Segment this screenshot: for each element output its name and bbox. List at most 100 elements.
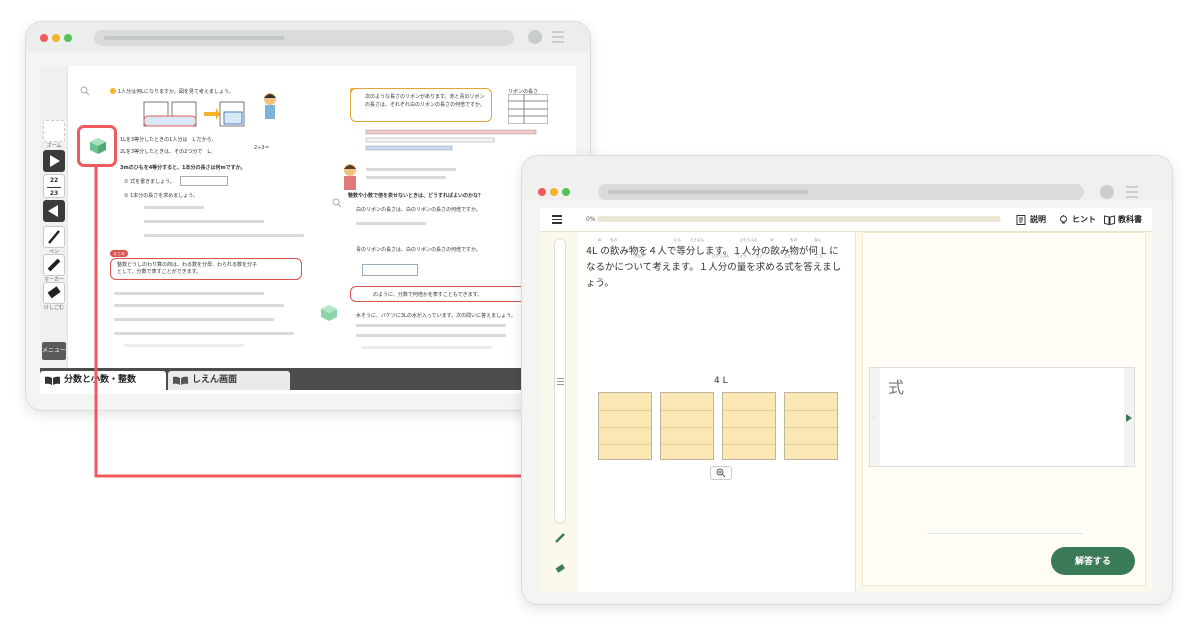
search-icon-right[interactable] xyxy=(332,198,342,208)
menu-lines-icon[interactable] xyxy=(552,31,564,43)
menu-lines-icon-2[interactable] xyxy=(1126,186,1138,198)
tab-fractions-label: 分数と小数・整数 xyxy=(64,375,137,385)
eraser-label: けしごむ xyxy=(43,305,64,311)
textbook-toolbar: ズーム 22 23 ペン マーカー けしごむ メニュー xyxy=(40,66,68,368)
next-page-button[interactable] xyxy=(43,150,65,172)
q2-rule: 整数や小数で倍を表せないときは、どうすればよいのかな？ xyxy=(348,193,484,199)
prev-page-button[interactable] xyxy=(43,200,65,222)
profile-icon[interactable] xyxy=(528,30,542,44)
cup-4 xyxy=(784,392,838,460)
practice-browser-window: 0% 説明 ヒント 教科書 の もの にん とうぶん ひとりぶん の もの なん… xyxy=(522,156,1172,604)
play-right-icon xyxy=(50,155,60,167)
q1-formula: 2÷3＝ xyxy=(254,145,270,151)
play-left-icon xyxy=(48,205,58,217)
minimize-dot[interactable] xyxy=(52,34,60,42)
question-panel: の もの にん とうぶん ひとりぶん の もの なん かんが ひとりぶん りょう… xyxy=(578,232,856,592)
pen-tool[interactable] xyxy=(43,226,65,248)
marker-tool[interactable] xyxy=(43,254,65,276)
hamburger-menu-icon[interactable] xyxy=(552,215,562,226)
cube-icon-small[interactable] xyxy=(320,304,338,322)
answer-panel: ‹ 式 解答する xyxy=(862,232,1146,586)
ruby-5: の xyxy=(770,238,774,242)
tab-fractions[interactable]: 分数と小数・整数 xyxy=(40,371,166,390)
q2-answer-box[interactable] xyxy=(362,264,418,276)
cup-3 xyxy=(722,392,776,460)
question-text: 4L の飲み物を４人で等分します。１人分の飲み物が何 L になるかについて考えま… xyxy=(586,246,842,289)
page-indicator: 22 23 xyxy=(43,174,65,198)
select-zoom-tool[interactable] xyxy=(43,120,65,142)
address-bar-2[interactable] xyxy=(598,184,1084,200)
practice-app: 0% 説明 ヒント 教科書 の もの にん とうぶん ひとりぶん の もの なん… xyxy=(540,208,1152,592)
rule-text: 整数どうしのわり算の商は、わる数を分母、わられる数を分子として、分数で表すことが… xyxy=(117,262,258,275)
q3-text: 3mのひもを4等分すると、1本分の長さは何mですか。 xyxy=(120,165,246,171)
answer-prev-handle[interactable]: ‹ xyxy=(870,368,880,466)
tab-support-label: しえん画面 xyxy=(192,375,238,385)
chevron-left-icon: ‹ xyxy=(872,414,875,421)
q1-text: 1人分は何Lになりますか。図を見て考えましょう。 xyxy=(118,89,234,95)
answer-next-handle[interactable] xyxy=(1124,368,1134,466)
textbook-page-left: 1人分は何Lになりますか。図を見て考えましょう。 1Lを3等分したときの1人分は… xyxy=(80,86,310,368)
address-bar[interactable] xyxy=(94,30,514,46)
cup-2 xyxy=(660,392,714,460)
textbook-tab-bar: 分数と小数・整数 しえん画面 xyxy=(40,368,576,390)
ruby-1: もの xyxy=(610,238,617,242)
document-icon xyxy=(1016,215,1026,225)
explain-label: 説明 xyxy=(1030,215,1046,224)
ruby-4: ひとりぶん xyxy=(740,238,758,242)
ruby-2: にん xyxy=(674,238,681,242)
cube-icon xyxy=(90,138,106,154)
q3-step1: ① 式を書きましょう。 xyxy=(124,179,175,185)
page-lower: 23 xyxy=(49,190,59,197)
drag-grip-icon[interactable] xyxy=(557,378,564,387)
submit-answer-button[interactable]: 解答する xyxy=(1051,547,1135,575)
q2-text: 次のような長さのリボンがあります。赤と青のリボンの長さは、それぞれ白のリボンの長… xyxy=(365,94,485,108)
cube-link-highlight[interactable] xyxy=(77,125,117,167)
q1-line2: 1Lを3等分したときの1人分は L だから、 xyxy=(120,137,217,143)
q2-sub2: 青のリボンの長さは、白のリボンの長さの何倍ですか。 xyxy=(356,247,481,253)
open-book-icon xyxy=(173,376,188,385)
menu-button[interactable]: メニュー xyxy=(42,342,66,360)
zoom-in-button[interactable] xyxy=(710,466,732,480)
maximize-dot[interactable] xyxy=(64,34,72,42)
progress-percent: 0% xyxy=(586,216,596,223)
rule-tag: まとめ xyxy=(110,250,128,257)
search-icon[interactable] xyxy=(80,86,90,96)
hint-button[interactable]: ヒント xyxy=(1058,213,1096,227)
q3-answer-box[interactable] xyxy=(180,176,228,186)
select-tool-label: ズーム xyxy=(46,143,62,149)
minimize-dot[interactable] xyxy=(550,188,558,196)
pen-icon[interactable] xyxy=(554,532,566,544)
textbook-button[interactable]: 教科書 xyxy=(1104,213,1142,227)
eraser-icon xyxy=(47,286,61,299)
browser-titlebar xyxy=(26,22,590,52)
pen-icon xyxy=(48,230,60,244)
explain-button[interactable]: 説明 xyxy=(1016,213,1046,227)
q2-sub1: 白のリボンの長さは、白のリボンの長さの何倍ですか。 xyxy=(356,207,481,213)
open-book-icon xyxy=(45,376,60,385)
textbook-viewer: ズーム 22 23 ペン マーカー けしごむ メニュー 1人分は何Lになりますか… xyxy=(40,66,576,394)
profile-icon-2[interactable] xyxy=(1100,185,1114,199)
marker-icon xyxy=(47,258,61,272)
teacher-illustration-icon xyxy=(344,164,356,190)
question-marker xyxy=(110,88,116,94)
formula-input-area[interactable]: ‹ 式 xyxy=(869,367,1135,467)
eraser-tool[interactable] xyxy=(43,282,65,304)
ruby-7: なん xyxy=(814,238,821,242)
bottom-note: 水そうに、バケツに3Lの水が入っています。次の問いに答えましょう。 xyxy=(356,313,516,319)
ruby-0: の xyxy=(598,238,602,242)
q3-step2: ② 1本分の長さを求めましょう。 xyxy=(124,193,198,199)
play-right-icon xyxy=(1126,414,1132,422)
textbook-browser-window: ズーム 22 23 ペン マーカー けしごむ メニュー 1人分は何Lになりますか… xyxy=(26,22,590,410)
q2-rule-box: のように、分数で何倍かを表すこともできます。 xyxy=(350,286,540,302)
eraser-icon[interactable] xyxy=(554,562,566,574)
lightbulb-icon xyxy=(1060,215,1067,224)
answer-underline xyxy=(927,533,1083,534)
maximize-dot[interactable] xyxy=(562,188,570,196)
q1-line3: 2Lを3等分したときは、その2つ分で L。 xyxy=(120,149,216,155)
figure-label: 4 L xyxy=(714,376,728,386)
close-dot[interactable] xyxy=(538,188,546,196)
tab-support-screen[interactable]: しえん画面 xyxy=(168,371,290,390)
q1-cup-figure xyxy=(143,101,245,127)
progress-bar xyxy=(597,216,1001,222)
close-dot[interactable] xyxy=(40,34,48,42)
